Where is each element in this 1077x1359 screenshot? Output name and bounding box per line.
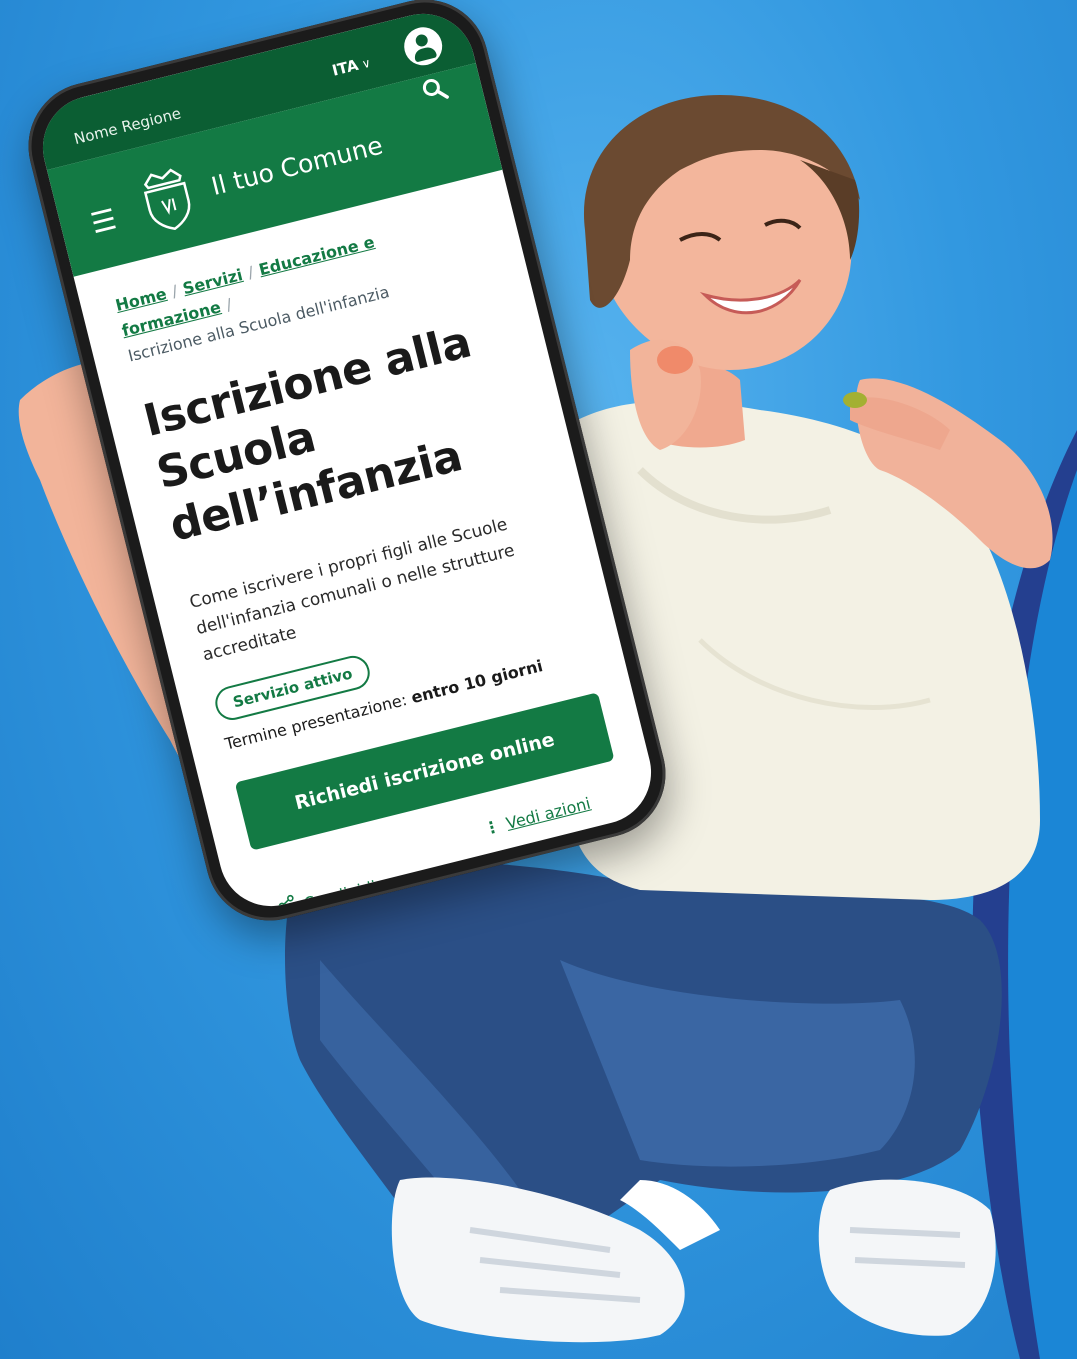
site-name[interactable]: Il tuo Comune [208, 131, 385, 202]
language-label: ITA [330, 55, 361, 80]
deadline-value: entro 10 giorni [409, 656, 545, 708]
more-actions-label: Vedi azioni [504, 793, 593, 833]
breadcrumb-servizi[interactable]: Servizi [181, 265, 245, 298]
chevron-down-icon: ∨ [360, 55, 373, 72]
scene: Nome Regione ITA∨ ☰ Il tuo Comune Home/S… [0, 0, 1077, 1359]
breadcrumb-separator: / [223, 294, 234, 315]
search-icon[interactable] [418, 73, 452, 107]
crest-icon[interactable] [132, 160, 202, 238]
breadcrumb-separator: / [169, 281, 180, 302]
kebab-icon: ⋮ [481, 816, 502, 839]
user-icon[interactable] [400, 23, 447, 70]
more-actions-link[interactable]: ⋮ Vedi azioni [482, 794, 593, 839]
hamburger-icon[interactable]: ☰ [87, 202, 119, 240]
share-icon [278, 894, 297, 913]
language-selector[interactable]: ITA∨ [330, 53, 372, 80]
breadcrumb-home[interactable]: Home [114, 284, 169, 315]
breadcrumb-separator: / [245, 262, 256, 283]
